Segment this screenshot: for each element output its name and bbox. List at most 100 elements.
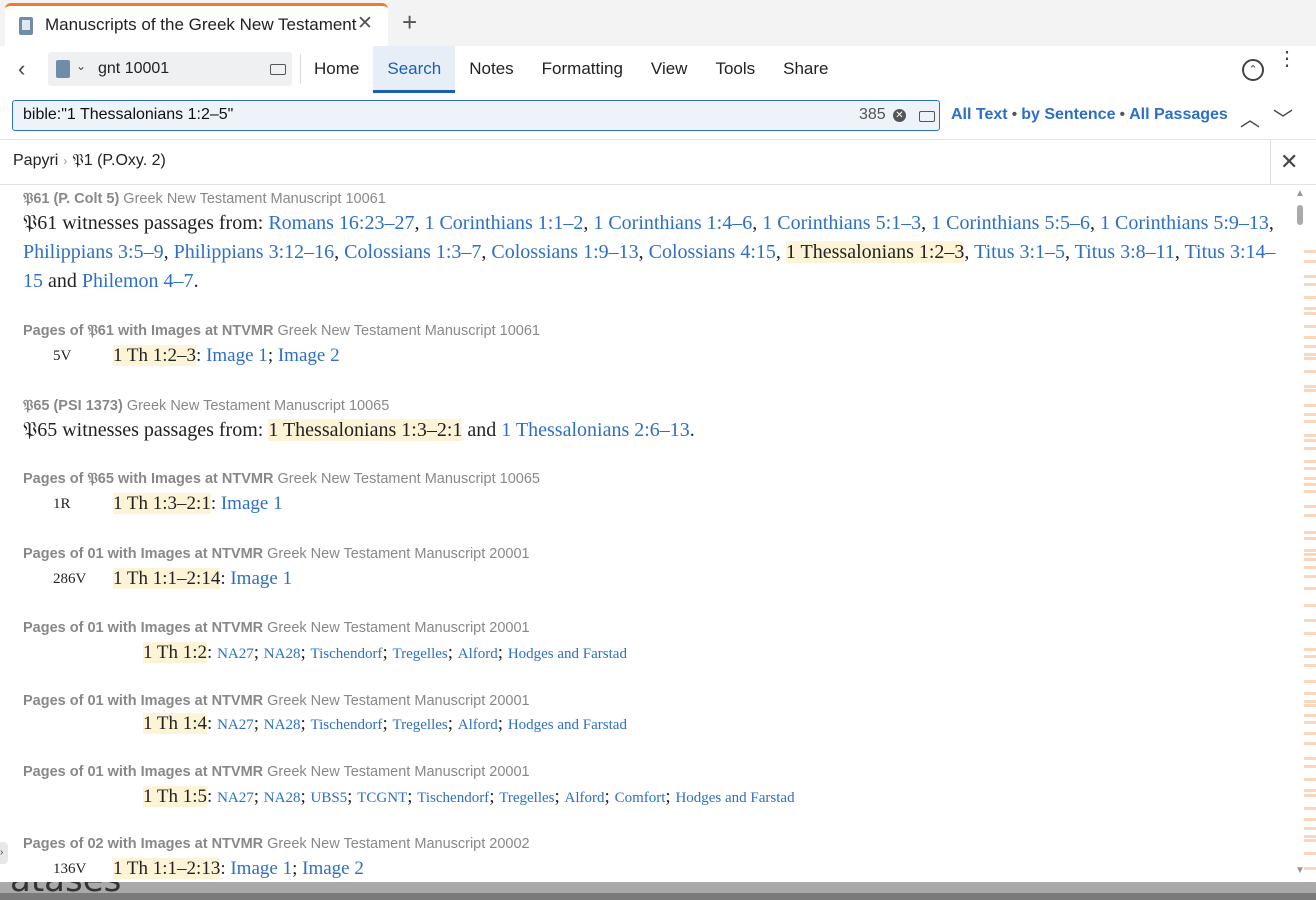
edition-link[interactable]: NA27 bbox=[217, 717, 254, 733]
result-heading[interactable]: Pages of 02 with Images at NTVMR Greek N… bbox=[23, 836, 530, 852]
result-heading[interactable]: Pages of 01 with Images at NTVMR Greek N… bbox=[23, 546, 530, 562]
more-options-icon[interactable]: ⋮ bbox=[1277, 49, 1297, 69]
new-tab-button[interactable]: + bbox=[402, 8, 417, 36]
edition-link[interactable]: NA28 bbox=[264, 790, 301, 806]
edition-link[interactable]: NA28 bbox=[264, 646, 301, 662]
keyboard-icon[interactable] bbox=[919, 111, 935, 122]
image-link[interactable]: Image 1 bbox=[230, 858, 292, 879]
edition-link[interactable]: Alford bbox=[565, 790, 605, 806]
all-text-option[interactable]: All Text bbox=[951, 106, 1008, 123]
hit-marker bbox=[1304, 460, 1316, 463]
verse-reference[interactable]: 1 Th 1:4 bbox=[143, 713, 208, 734]
passage-link[interactable]: Titus 3:1–5 bbox=[974, 241, 1065, 263]
passage-link[interactable]: Titus 3:8–11 bbox=[1075, 241, 1175, 263]
menu-formatting[interactable]: Formatting bbox=[528, 46, 637, 93]
expand-sidebar-icon[interactable]: › bbox=[0, 842, 8, 864]
edition-link[interactable]: Hodges and Farstad bbox=[675, 790, 794, 806]
keyboard-icon[interactable] bbox=[270, 64, 286, 75]
menu-tools[interactable]: Tools bbox=[701, 46, 769, 93]
result-heading[interactable]: Pages of 01 with Images at NTVMR Greek N… bbox=[23, 620, 530, 636]
result-heading[interactable]: 𝔓65 (PSI 1373) Greek New Testament Manus… bbox=[23, 398, 389, 414]
resource-name[interactable]: gnt 10001 bbox=[98, 60, 169, 78]
menu-notes[interactable]: Notes bbox=[455, 46, 527, 93]
edition-link[interactable]: Tregelles bbox=[392, 646, 447, 662]
close-tab-icon[interactable]: ✕ bbox=[357, 12, 373, 35]
image-link[interactable]: Image 1 bbox=[221, 493, 283, 514]
breadcrumb-current[interactable]: 𝔓1 (P.Oxy. 2) bbox=[72, 152, 166, 169]
scroll-up-icon[interactable]: ▲ bbox=[1295, 188, 1305, 199]
scrollbar-thumb[interactable] bbox=[1297, 205, 1303, 225]
verse-reference[interactable]: 1 Th 1:1–2:14 bbox=[113, 568, 221, 589]
passage-link[interactable]: Philippians 3:5–9 bbox=[23, 241, 164, 263]
edition-link[interactable]: NA28 bbox=[264, 717, 301, 733]
breadcrumb-root[interactable]: Papyri bbox=[13, 152, 58, 169]
by-sentence-option[interactable]: by Sentence bbox=[1021, 106, 1115, 123]
passage-link[interactable]: 1 Corinthians 5:5–6 bbox=[931, 212, 1090, 234]
passage-link[interactable]: 1 Corinthians 5:9–13 bbox=[1100, 212, 1269, 234]
edition-link[interactable]: Hodges and Farstad bbox=[508, 646, 627, 662]
resource-selector[interactable]: ⌄ gnt 10001 bbox=[48, 52, 292, 86]
passage-link[interactable]: Philippians 3:12–16 bbox=[174, 241, 335, 263]
next-result-icon[interactable]: ﹀ bbox=[1273, 103, 1293, 132]
edition-link[interactable]: TCGNT bbox=[357, 790, 407, 806]
result-heading[interactable]: Pages of 01 with Images at NTVMR Greek N… bbox=[23, 764, 530, 780]
menu-view[interactable]: View bbox=[637, 46, 702, 93]
edition-link[interactable]: Tregelles bbox=[392, 717, 447, 733]
passage-link[interactable]: Colossians 1:9–13 bbox=[491, 241, 638, 263]
search-query[interactable]: bible:"1 Thessalonians 1:2–5" bbox=[23, 106, 233, 124]
image-link[interactable]: Image 2 bbox=[278, 345, 340, 366]
highlighted-passage[interactable]: 1 Thessalonians 1:3–2:1 bbox=[268, 419, 463, 441]
verse-reference[interactable]: 1 Th 1:3–2:1 bbox=[113, 493, 211, 514]
back-arrow-icon[interactable]: ‹ bbox=[18, 56, 25, 82]
result-heading[interactable]: Pages of 01 with Images at NTVMR Greek N… bbox=[23, 693, 530, 709]
menu-home[interactable]: Home bbox=[300, 46, 373, 93]
passage-link[interactable]: 1 Thessalonians 2:6–13 bbox=[501, 419, 690, 441]
edition-link[interactable]: Alford bbox=[458, 717, 498, 733]
collapse-panel-icon[interactable]: ⌃ bbox=[1242, 59, 1264, 81]
verse-reference[interactable]: 1 Th 1:2 bbox=[143, 642, 208, 663]
edition-link[interactable]: NA27 bbox=[217, 790, 254, 806]
result-heading[interactable]: Pages of 𝔓65 with Images at NTVMR Greek … bbox=[23, 471, 540, 487]
search-input[interactable]: bible:"1 Thessalonians 1:2–5" 385 ✕ bbox=[12, 100, 940, 131]
passage-link[interactable]: Colossians 4:15 bbox=[649, 241, 776, 263]
edition-link[interactable]: NA27 bbox=[217, 646, 254, 662]
edition-link[interactable]: Hodges and Farstad bbox=[508, 717, 627, 733]
passage-link[interactable]: 1 Corinthians 1:4–6 bbox=[593, 212, 752, 234]
tab-bar: Manuscripts of the Greek New Testament ✕… bbox=[0, 0, 1316, 46]
previous-result-icon[interactable]: ︿ bbox=[1240, 103, 1260, 132]
book-icon bbox=[19, 17, 33, 35]
passage-link[interactable]: Colossians 1:3–7 bbox=[344, 241, 481, 263]
chevron-down-icon[interactable]: ⌄ bbox=[76, 59, 86, 73]
edition-link[interactable]: Tregelles bbox=[499, 790, 554, 806]
hit-marker bbox=[1304, 839, 1316, 842]
edition-link[interactable]: Tischendorf bbox=[310, 717, 382, 733]
edition-link[interactable]: Comfort bbox=[615, 790, 666, 806]
hit-marker bbox=[1304, 818, 1316, 821]
verse-reference[interactable]: 1 Th 1:2–3 bbox=[113, 345, 197, 366]
menu-share[interactable]: Share bbox=[769, 46, 842, 93]
edition-link[interactable]: Tischendorf bbox=[310, 646, 382, 662]
clear-search-icon[interactable]: ✕ bbox=[893, 109, 906, 122]
image-link[interactable]: Image 2 bbox=[302, 858, 364, 879]
close-icon[interactable]: ✕ bbox=[1280, 149, 1298, 175]
tab-title: Manuscripts of the Greek New Testament bbox=[45, 15, 357, 34]
hit-marker bbox=[1304, 700, 1316, 703]
passage-link[interactable]: Romans 16:23–27 bbox=[268, 212, 414, 234]
all-passages-option[interactable]: All Passages bbox=[1129, 106, 1228, 123]
result-heading[interactable]: Pages of 𝔓61 with Images at NTVMR Greek … bbox=[23, 323, 540, 339]
image-link[interactable]: Image 1 bbox=[206, 345, 268, 366]
hit-marker bbox=[1304, 789, 1316, 792]
image-link[interactable]: Image 1 bbox=[230, 568, 292, 589]
passage-link[interactable]: Philemon 4–7 bbox=[82, 270, 194, 292]
result-heading[interactable]: 𝔓61 (P. Colt 5) Greek New Testament Manu… bbox=[23, 191, 386, 207]
edition-link[interactable]: Alford bbox=[458, 646, 498, 662]
menu-search[interactable]: Search bbox=[373, 46, 456, 93]
document-tab[interactable]: Manuscripts of the Greek New Testament ✕ bbox=[5, 3, 388, 46]
edition-link[interactable]: UBS5 bbox=[310, 790, 347, 806]
passage-link[interactable]: 1 Corinthians 5:1–3 bbox=[762, 212, 921, 234]
highlighted-passage[interactable]: 1 Thessalonians 1:2–3 bbox=[785, 241, 965, 263]
verse-reference[interactable]: 1 Th 1:1–2:13 bbox=[113, 858, 221, 879]
passage-link[interactable]: 1 Corinthians 1:1–2 bbox=[424, 212, 583, 234]
verse-reference[interactable]: 1 Th 1:5 bbox=[143, 786, 208, 807]
edition-link[interactable]: Tischendorf bbox=[417, 790, 489, 806]
